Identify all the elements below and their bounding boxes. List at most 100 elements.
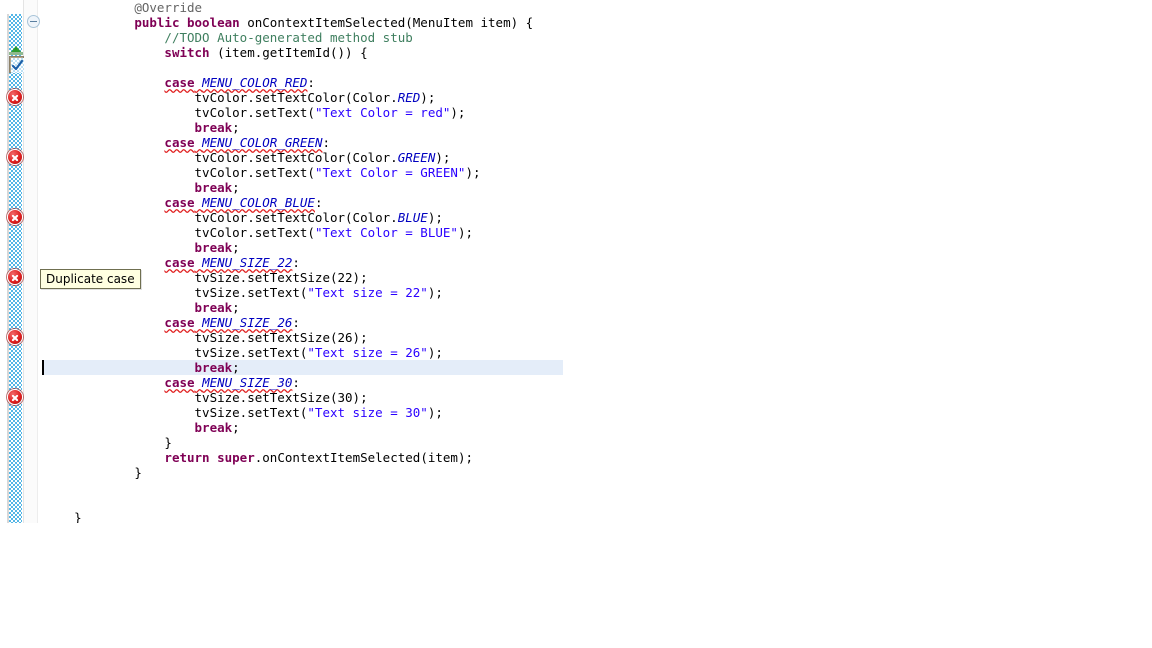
code-token: boolean [187, 15, 240, 30]
error-marker[interactable] [7, 269, 23, 285]
code-editor-pane[interactable]: @Override public boolean onContextItemSe… [0, 0, 1152, 523]
source-code-text[interactable]: @Override public boolean onContextItemSe… [42, 0, 1152, 523]
code-line[interactable]: @Override [42, 0, 1152, 15]
code-line[interactable]: public boolean onContextItemSelected(Men… [42, 15, 1152, 30]
code-line[interactable]: case MENU_COLOR_GREEN: [42, 135, 1152, 150]
code-line[interactable]: case MENU_SIZE_22: [42, 255, 1152, 270]
code-token: "Text size = 22" [307, 285, 428, 300]
code-line-text: tvColor.setText("Text Color = red"); [44, 105, 466, 120]
code-line[interactable]: tvSize.setText("Text size = 22"); [42, 285, 1152, 300]
code-token: return [164, 450, 210, 465]
code-line[interactable]: break; [42, 180, 1152, 195]
code-token: break [194, 180, 233, 195]
code-token: break [194, 120, 233, 135]
code-line[interactable]: tvColor.setTextColor(Color.GREEN); [42, 150, 1152, 165]
code-token: ); [420, 90, 436, 105]
checkbox-tick-icon[interactable] [9, 56, 24, 73]
code-token: case [164, 315, 195, 330]
code-line[interactable]: } [42, 435, 1152, 450]
code-token: GREEN [397, 150, 436, 165]
code-token: "Text size = 30" [307, 405, 428, 420]
error-marker[interactable] [7, 329, 23, 345]
code-line[interactable]: tvSize.setTextSize(30); [42, 390, 1152, 405]
error-marker[interactable] [7, 209, 23, 225]
code-token: case [164, 195, 195, 210]
code-line[interactable]: tvColor.setText("Text Color = GREEN"); [42, 165, 1152, 180]
code-line[interactable]: tvColor.setText("Text Color = BLUE"); [42, 225, 1152, 240]
code-line[interactable] [42, 60, 1152, 75]
code-line[interactable]: case MENU_COLOR_RED: [42, 75, 1152, 90]
code-line[interactable]: break; [42, 120, 1152, 135]
code-line[interactable]: case MENU_SIZE_26: [42, 315, 1152, 330]
code-token: ); [427, 405, 443, 420]
code-line-text: break; [44, 360, 240, 375]
code-token: "Text Color = red" [314, 105, 451, 120]
code-line[interactable] [42, 480, 1152, 495]
code-line-text: case MENU_COLOR_BLUE: [44, 195, 322, 210]
code-line[interactable]: } [42, 465, 1152, 480]
error-marker[interactable] [7, 389, 23, 405]
code-token: break [194, 360, 233, 375]
code-line[interactable]: tvColor.setTextColor(Color.BLUE); [42, 210, 1152, 225]
code-token: tvSize.setText( [194, 345, 308, 360]
code-line[interactable]: switch (item.getItemId()) { [42, 45, 1152, 60]
code-token: tvSize.setTextSize(26); [194, 330, 368, 345]
code-line-text: tvSize.setText("Text size = 26"); [44, 345, 443, 360]
gutter-divider-right [37, 0, 38, 523]
code-line[interactable]: case MENU_COLOR_BLUE: [42, 195, 1152, 210]
code-line[interactable] [42, 495, 1152, 510]
code-token: ; [232, 300, 240, 315]
collapse-minus-icon[interactable] [27, 15, 40, 28]
code-token: tvColor.setText( [194, 165, 315, 180]
code-token: break [194, 240, 233, 255]
code-line-text: case MENU_COLOR_RED: [44, 75, 315, 90]
code-line-text: break; [44, 300, 240, 315]
code-line[interactable]: tvColor.setTextColor(Color.RED); [42, 90, 1152, 105]
folding-gutter[interactable] [24, 0, 37, 523]
code-line[interactable]: return super.onContextItemSelected(item)… [42, 450, 1152, 465]
code-line[interactable]: break; [42, 240, 1152, 255]
code-line[interactable]: break; [42, 420, 1152, 435]
code-token: ; [232, 120, 240, 135]
code-line-text: } [44, 510, 82, 523]
code-token: //TODO Auto-generated method stub [164, 30, 413, 45]
green-up-arrow-base [9, 52, 23, 55]
code-token: .onContextItemSelected(item); [254, 450, 473, 465]
error-marker[interactable] [7, 149, 23, 165]
code-line[interactable]: tvSize.setText("Text size = 26"); [42, 345, 1152, 360]
code-line[interactable]: tvSize.setTextSize(22); [42, 270, 1152, 285]
code-line[interactable]: break; [42, 300, 1152, 315]
code-line[interactable]: tvSize.setText("Text size = 30"); [42, 405, 1152, 420]
code-line-current[interactable]: break; [42, 360, 1152, 375]
code-line[interactable]: } [42, 510, 1152, 523]
error-marker[interactable] [7, 89, 23, 105]
code-line[interactable]: tvColor.setText("Text Color = red"); [42, 105, 1152, 120]
code-line[interactable]: case MENU_SIZE_30: [42, 375, 1152, 390]
code-line-text: case MENU_SIZE_22: [44, 255, 299, 270]
code-line[interactable]: //TODO Auto-generated method stub [42, 30, 1152, 45]
code-token: tvSize.setText( [194, 285, 308, 300]
code-line[interactable]: tvSize.setTextSize(26); [42, 330, 1152, 345]
code-line-text: return super.onContextItemSelected(item)… [44, 450, 473, 465]
